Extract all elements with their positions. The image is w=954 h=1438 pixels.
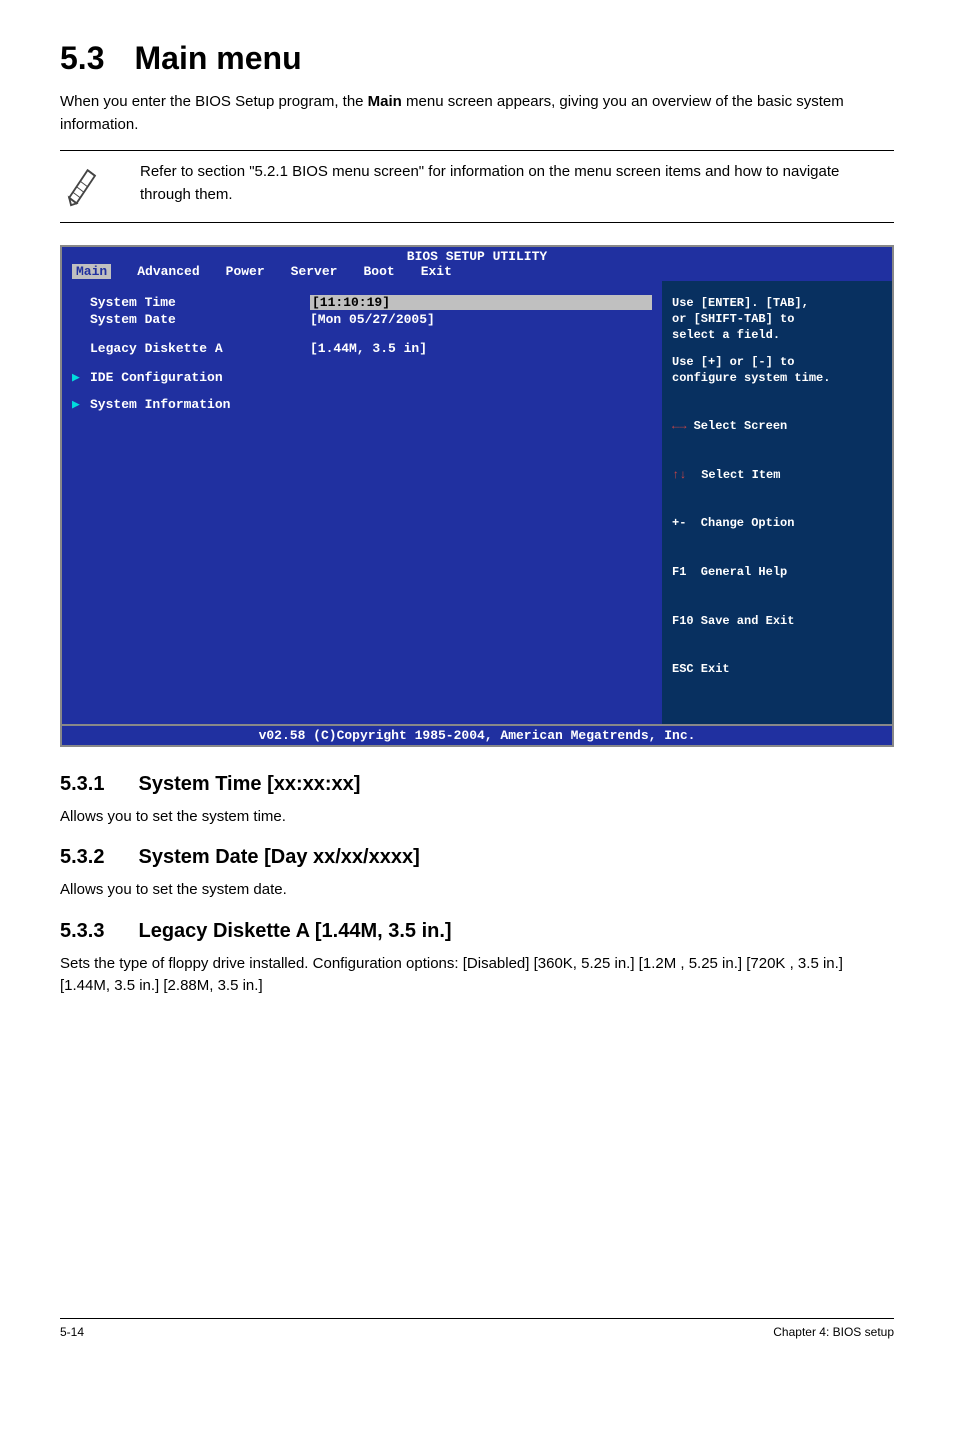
help-line: select a field.: [672, 327, 882, 343]
section-number: 5.3: [60, 40, 104, 76]
page-footer: 5-14 Chapter 4: BIOS setup: [60, 1318, 894, 1339]
bios-key-legend: ←→ Select Screen ↑↓ Select Item +- Chang…: [672, 386, 882, 710]
row-indent: [72, 312, 90, 327]
arrow-left-right-icon: ←→: [672, 419, 686, 433]
key-select-item: ↑↓ Select Item: [672, 467, 882, 483]
bios-title: BIOS SETUP UTILITY: [62, 249, 892, 264]
subheading-system-date: 5.3.2 System Date [Day xx/xx/xxxx]: [60, 846, 894, 869]
bios-copyright-footer: v02.58 (C)Copyright 1985-2004, American …: [60, 726, 894, 747]
system-time-value[interactable]: [11:10:19]: [310, 295, 652, 310]
bios-tab-advanced[interactable]: Advanced: [137, 264, 199, 279]
bios-tab-power[interactable]: Power: [226, 264, 265, 279]
bios-screen: BIOS SETUP UTILITY Main Advanced Power S…: [60, 245, 894, 747]
bios-row-system-info[interactable]: ▶ System Information: [72, 397, 652, 412]
legacy-diskette-value[interactable]: [1.44M, 3.5 in]: [310, 341, 652, 356]
section-heading: 5.3 Main menu: [60, 40, 894, 77]
bios-tab-main[interactable]: Main: [72, 264, 111, 279]
subsection-body: Allows you to set the system time.: [60, 806, 894, 829]
pencil-icon: [60, 161, 114, 212]
subsection-body: Sets the type of floppy drive installed.…: [60, 953, 894, 998]
bios-help-text: Use [ENTER]. [TAB], or [SHIFT-TAB] to se…: [672, 295, 882, 386]
bios-body: System Time [11:10:19] System Date [Mon …: [60, 281, 894, 726]
bios-tab-exit[interactable]: Exit: [421, 264, 452, 279]
subheading-number: 5.3.1: [60, 773, 104, 795]
subsection-body: Allows you to set the system date.: [60, 879, 894, 902]
subheading-system-time: 5.3.1 System Time [xx:xx:xx]: [60, 773, 894, 796]
key-general-help: F1 General Help: [672, 564, 882, 580]
bios-row-legacy-diskette[interactable]: Legacy Diskette A [1.44M, 3.5 in]: [72, 341, 652, 356]
system-date-label: System Date: [90, 312, 310, 327]
bios-tab-server[interactable]: Server: [291, 264, 338, 279]
bios-tab-row: Main Advanced Power Server Boot Exit: [62, 264, 892, 281]
bios-left-panel: System Time [11:10:19] System Date [Mon …: [62, 281, 662, 724]
key-esc-exit: ESC Exit: [672, 661, 882, 677]
bios-header: BIOS SETUP UTILITY Main Advanced Power S…: [60, 245, 894, 281]
system-info-label: System Information: [90, 397, 310, 412]
row-indent: [72, 341, 90, 356]
section-title-text: Main menu: [134, 40, 301, 76]
subheading-title: System Time [xx:xx:xx]: [138, 773, 360, 795]
help-line: Use [+] or [-] to: [672, 354, 882, 370]
submenu-arrow-icon: ▶: [72, 370, 90, 385]
key-change-option: +- Change Option: [672, 515, 882, 531]
subheading-title: System Date [Day xx/xx/xxxx]: [138, 846, 419, 868]
bios-tab-boot[interactable]: Boot: [363, 264, 394, 279]
ide-config-label: IDE Configuration: [90, 370, 310, 385]
system-date-value[interactable]: [Mon 05/27/2005]: [310, 312, 652, 327]
legacy-diskette-label: Legacy Diskette A: [90, 341, 310, 356]
chapter-label: Chapter 4: BIOS setup: [773, 1325, 894, 1339]
help-line: configure system time.: [672, 370, 882, 386]
system-time-label: System Time: [90, 295, 310, 310]
bios-row-system-date[interactable]: System Date [Mon 05/27/2005]: [72, 312, 652, 327]
key-select-screen: ←→ Select Screen: [672, 418, 882, 434]
intro-text-1: When you enter the BIOS Setup program, t…: [60, 93, 368, 110]
key-save-exit: F10 Save and Exit: [672, 613, 882, 629]
subheading-title: Legacy Diskette A [1.44M, 3.5 in.]: [138, 920, 451, 942]
subheading-number: 5.3.3: [60, 920, 104, 942]
help-line: Use [ENTER]. [TAB],: [672, 295, 882, 311]
intro-paragraph: When you enter the BIOS Setup program, t…: [60, 91, 894, 136]
note-text: Refer to section "5.2.1 BIOS menu screen…: [114, 161, 894, 206]
help-line: or [SHIFT-TAB] to: [672, 311, 882, 327]
subheading-number: 5.3.2: [60, 846, 104, 868]
intro-bold-word: Main: [368, 93, 402, 110]
page-number: 5-14: [60, 1325, 84, 1339]
submenu-arrow-icon: ▶: [72, 397, 90, 412]
bios-help-panel: Use [ENTER]. [TAB], or [SHIFT-TAB] to se…: [662, 281, 892, 724]
bios-row-ide-config[interactable]: ▶ IDE Configuration: [72, 370, 652, 385]
note-box: Refer to section "5.2.1 BIOS menu screen…: [60, 150, 894, 223]
bios-row-system-time[interactable]: System Time [11:10:19]: [72, 295, 652, 310]
subheading-legacy-diskette: 5.3.3 Legacy Diskette A [1.44M, 3.5 in.]: [60, 920, 894, 943]
row-indent: [72, 295, 90, 310]
